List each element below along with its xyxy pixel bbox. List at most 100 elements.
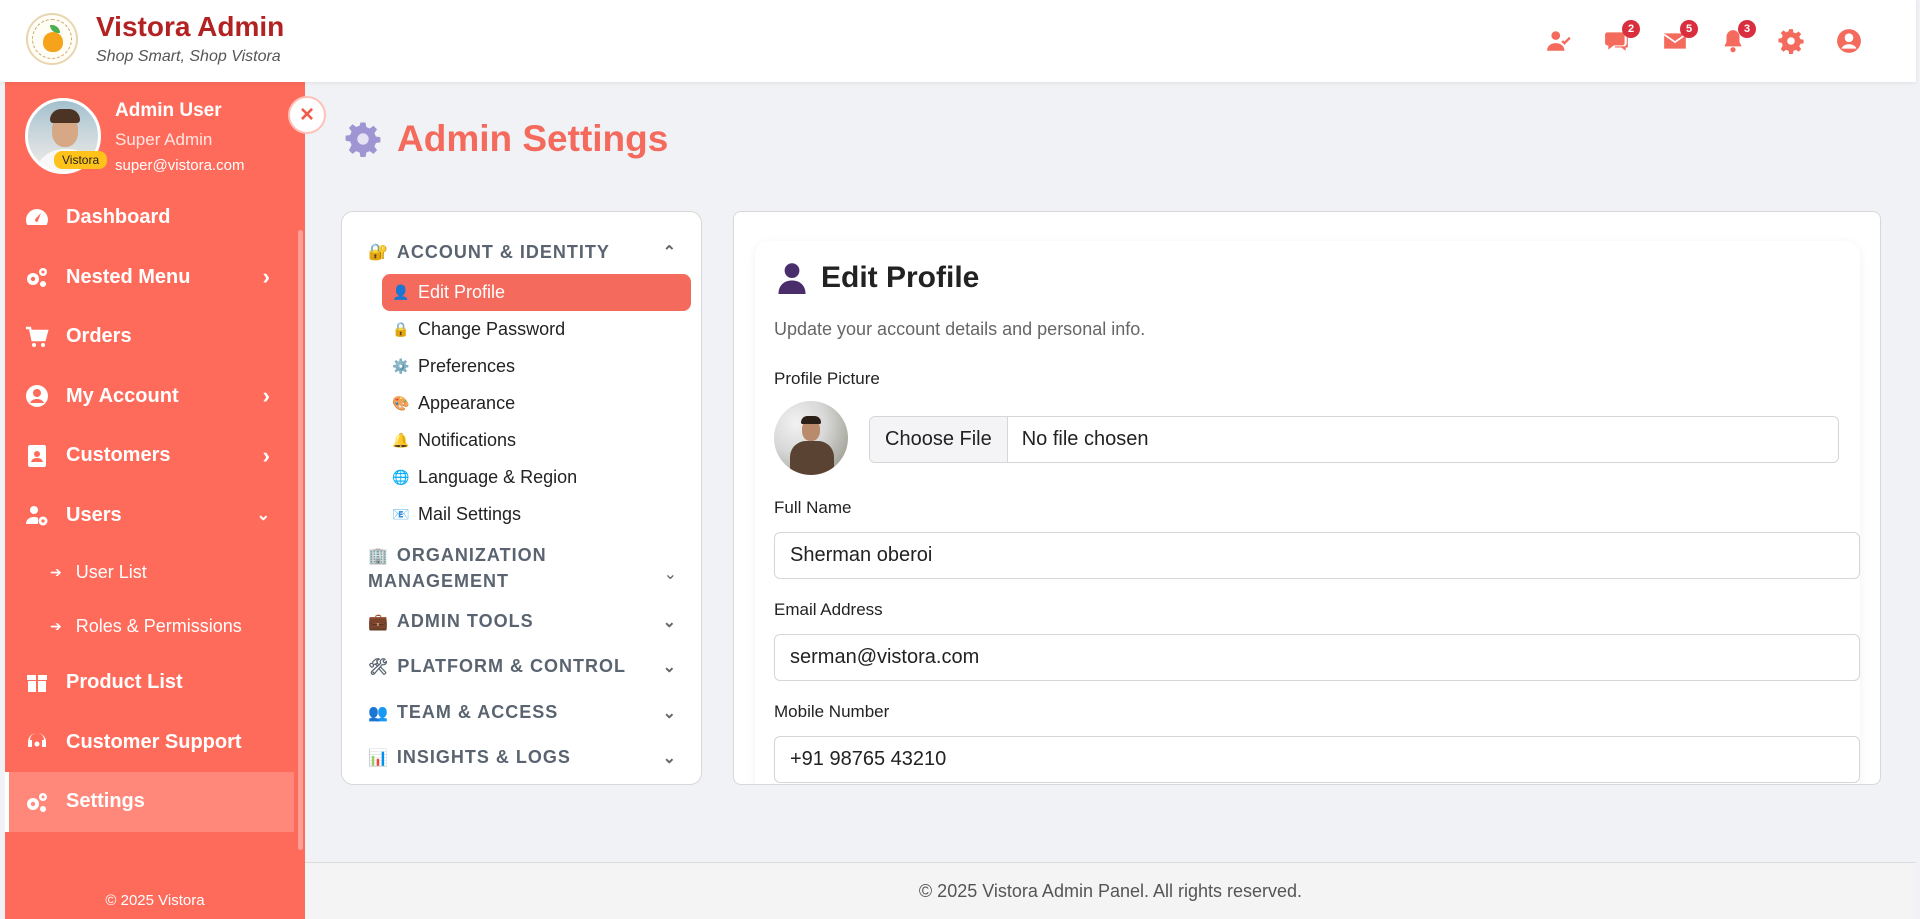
arrow-right-icon: ➔ <box>50 617 62 634</box>
nav-preferences[interactable]: ⚙️ Preferences <box>382 348 691 385</box>
nav-item-label: Edit Profile <box>418 282 506 302</box>
user-circle-icon <box>26 385 48 408</box>
tools-icon: 🛠 <box>368 658 390 676</box>
sidebar-item-dashboard[interactable]: Dashboard <box>5 188 305 248</box>
gear-icon: ⚙️ <box>392 358 410 374</box>
chevron-down-icon: ⌄ <box>256 507 270 525</box>
sidebar-item-customer-support[interactable]: Customer Support <box>5 713 305 773</box>
gear-icon[interactable] <box>1762 24 1820 58</box>
sidebar-scrollbar[interactable] <box>298 230 303 850</box>
settings-content: Edit Profile Update your account details… <box>733 211 1881 785</box>
mail-icon[interactable]: 5 <box>1646 20 1704 58</box>
email-field[interactable]: serman@vistora.com <box>774 634 1860 681</box>
avatar-badge: Vistora <box>54 151 108 169</box>
user-name: Admin User <box>115 100 222 121</box>
section-label: INSIGHTS & LOGS <box>396 747 571 767</box>
mail-icon: 📧 <box>392 506 410 522</box>
mobile-label: Mobile Number <box>774 702 890 721</box>
choose-file-button[interactable]: Choose File <box>870 417 1008 462</box>
section-insights-logs[interactable]: 📊 INSIGHTS & LOGS ⌄ <box>342 740 701 775</box>
sidebar-item-customers[interactable]: Customers › <box>5 426 305 486</box>
nav-notifications[interactable]: 🔔 Notifications <box>382 422 691 459</box>
headset-icon <box>28 733 46 748</box>
sidebar-subitem-user-list[interactable]: ➔ User List <box>5 545 305 599</box>
section-label: TEAM & ACCESS <box>396 702 559 722</box>
chat-icon[interactable]: 2 <box>1588 20 1646 58</box>
sidebar-copyright: © 2025 Vistora <box>105 892 205 909</box>
sidebar-subitem-label: User List <box>75 561 147 582</box>
section-admin-tools[interactable]: 💼 ADMIN TOOLS ⌄ <box>342 604 701 639</box>
profile-picture-file-input[interactable]: Choose File No file chosen <box>869 416 1839 463</box>
nav-item-label: Notifications <box>418 430 517 450</box>
brand-tagline: Shop Smart, Shop Vistora <box>96 48 281 65</box>
address-card-icon <box>28 444 46 467</box>
mobile-field[interactable]: +91 98765 43210 <box>774 736 1860 783</box>
cogs-icon <box>27 792 47 812</box>
brand[interactable]: Vistora Admin Shop Smart, Shop Vistora <box>26 12 284 66</box>
user-icon <box>778 263 806 294</box>
section-team-access[interactable]: 👥 TEAM & ACCESS ⌄ <box>342 695 701 730</box>
edit-profile-description: Update your account details and personal… <box>774 319 1146 339</box>
bell-icon[interactable]: 3 <box>1704 20 1762 58</box>
sidebar-item-label: Settings <box>66 790 145 813</box>
nav-appearance[interactable]: 🎨 Appearance <box>382 385 691 422</box>
lock-icon: 🔒 <box>392 321 410 337</box>
section-account-identity[interactable]: 🔐 ACCOUNT & IDENTITY ⌃ <box>342 241 701 263</box>
sidebar-item-label: Customers <box>66 444 171 467</box>
gauge-icon <box>26 208 48 225</box>
full-name-field[interactable]: Sherman oberoi <box>774 532 1860 579</box>
sidebar-item-label: Nested Menu <box>66 265 191 288</box>
chevron-down-icon: ⌄ <box>663 566 677 583</box>
close-sidebar-button[interactable]: × <box>288 96 326 134</box>
sidebar-item-label: Product List <box>66 671 183 694</box>
sidebar-item-users[interactable]: Users ⌄ <box>5 486 305 546</box>
chevron-up-icon: ⌃ <box>662 244 677 261</box>
section-label: ADMIN TOOLS <box>396 611 534 631</box>
bell-icon: 🔔 <box>392 432 410 448</box>
nav-language-region[interactable]: 🌐 Language & Region <box>382 459 691 496</box>
building-icon: 🏢 <box>368 547 389 565</box>
sidebar-item-my-account[interactable]: My Account › <box>5 367 305 427</box>
header-actions: 2 5 3 <box>1530 20 1878 58</box>
lock-key-icon: 🔐 <box>368 244 389 261</box>
sidebar-item-label: My Account <box>66 384 179 407</box>
top-header: Vistora Admin Shop Smart, Shop Vistora 2… <box>0 0 1916 82</box>
nav-item-label: Change Password <box>418 319 566 339</box>
nav-change-password[interactable]: 🔒 Change Password <box>382 311 691 348</box>
chevron-down-icon: ⌄ <box>662 704 677 722</box>
user-circle-icon[interactable] <box>1820 24 1878 58</box>
cart-icon <box>26 326 49 347</box>
sidebar-item-orders[interactable]: Orders <box>5 307 305 367</box>
sidebar-item-product-list[interactable]: Product List <box>5 653 305 713</box>
nav-edit-profile[interactable]: 👤 Edit Profile <box>382 274 691 311</box>
profile-picture <box>774 401 848 475</box>
page-title: Admin Settings <box>345 118 668 160</box>
section-platform-control[interactable]: 🛠 PLATFORM & CONTROL ⌄ <box>342 649 701 684</box>
edit-profile-title-text: Edit Profile <box>821 261 980 294</box>
sidebar-item-nested-menu[interactable]: Nested Menu › <box>5 248 305 308</box>
brand-title: Vistora Admin <box>96 11 285 42</box>
mail-badge: 5 <box>1680 20 1698 38</box>
user-role: Super Admin <box>115 130 213 149</box>
email-label: Email Address <box>774 600 883 619</box>
palette-icon: 🎨 <box>392 395 410 411</box>
sidebar-item-settings[interactable]: Settings <box>5 772 294 832</box>
sidebar-menu: Dashboard Nested Menu › Orders My Accoun… <box>5 188 305 832</box>
sidebar-item-label: Users <box>66 503 122 526</box>
sidebar: Vistora Admin User Super Admin super@vis… <box>5 80 326 919</box>
page-title-text: Admin Settings <box>397 118 669 159</box>
profile-picture-label: Profile Picture <box>774 369 880 388</box>
sidebar-subitem-roles-permissions[interactable]: ➔ Roles & Permissions <box>5 599 305 653</box>
globe-icon: 🌐 <box>392 469 410 485</box>
user-check-icon[interactable] <box>1530 24 1588 58</box>
chevron-down-icon: ⌄ <box>662 613 677 631</box>
box-icon <box>27 674 47 692</box>
vistora-logo <box>26 13 78 65</box>
sidebar-subitem-label: Roles & Permissions <box>75 615 242 636</box>
page-footer: © 2025 Vistora Admin Panel. All rights r… <box>305 862 1916 919</box>
section-organization-management[interactable]: 🏢 ORGANIZATION MANAGEMENT <box>342 543 642 593</box>
nav-item-label: Preferences <box>418 356 516 376</box>
nav-mail-settings[interactable]: 📧 Mail Settings <box>382 496 691 533</box>
cogs-icon <box>27 268 47 288</box>
user-icon: 👤 <box>392 284 410 300</box>
